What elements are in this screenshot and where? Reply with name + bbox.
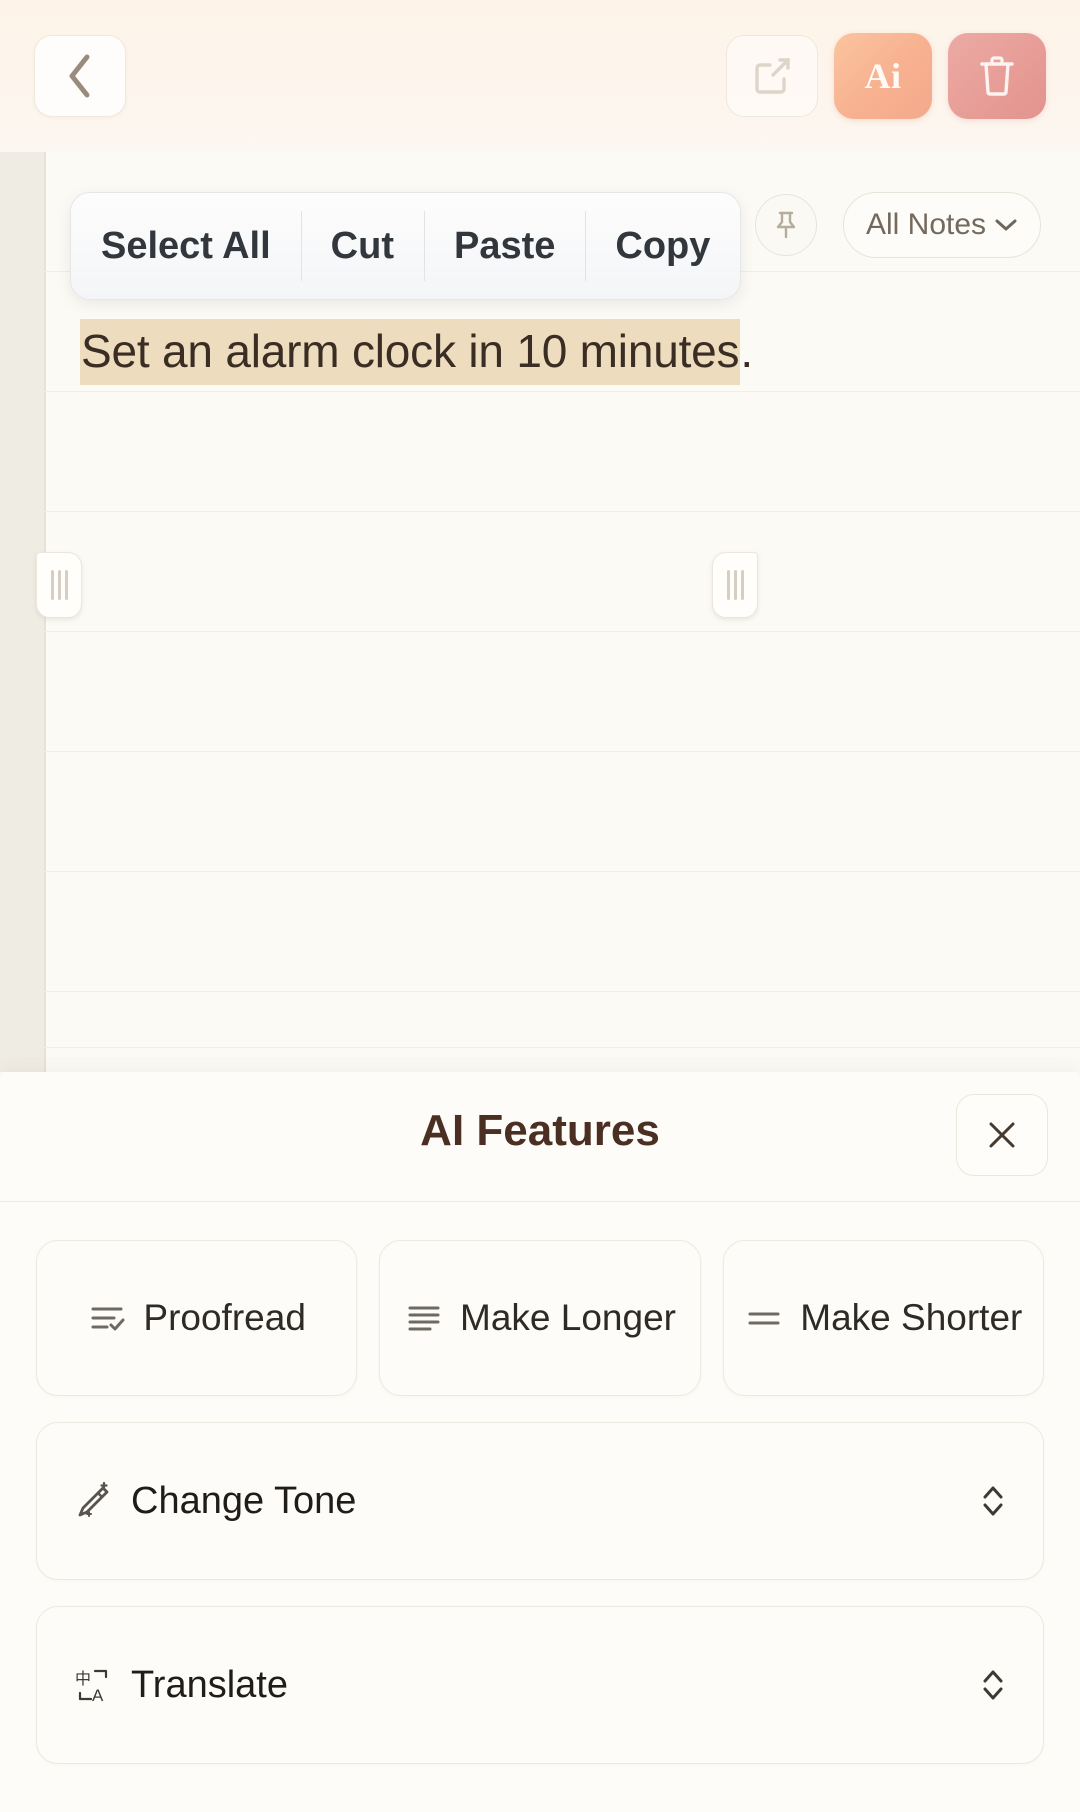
note-text-line[interactable]: Set an alarm clock in 10 minutes.	[80, 319, 753, 385]
ai-action-make-longer[interactable]: Make Longer	[379, 1240, 701, 1396]
magic-wand-icon	[73, 1481, 113, 1521]
svg-text:A: A	[92, 1686, 104, 1705]
top-toolbar: Ai	[0, 0, 1080, 152]
close-icon	[985, 1118, 1019, 1152]
ruled-line	[44, 391, 1080, 392]
ai-features-panel: AI Features Proofread Make Longer Make S…	[0, 1072, 1080, 1812]
selection-handle-end[interactable]	[712, 552, 758, 618]
ai-action-label: Proofread	[143, 1297, 306, 1338]
ai-action-change-tone[interactable]: Change Tone	[36, 1422, 1044, 1580]
ruled-line	[44, 1047, 1080, 1048]
ai-action-label: Make Shorter	[800, 1297, 1023, 1338]
chevron-left-icon	[65, 53, 95, 99]
ai-action-label: Change Tone	[131, 1479, 357, 1522]
ai-quick-actions: Proofread Make Longer Make Shorter	[36, 1240, 1044, 1396]
context-menu-label: Cut	[330, 224, 394, 267]
context-menu-item-paste[interactable]: Paste	[423, 193, 585, 299]
translate-icon: 中 A	[73, 1665, 113, 1705]
close-panel-button[interactable]	[956, 1094, 1048, 1176]
share-external-icon	[751, 55, 793, 97]
ai-action-make-shorter[interactable]: Make Shorter	[722, 1240, 1044, 1396]
ai-panel-body: Proofread Make Longer Make Shorter Chang…	[0, 1202, 1080, 1764]
ruled-line	[44, 991, 1080, 992]
chevron-updown-icon[interactable]	[979, 1481, 1007, 1521]
delete-note-button[interactable]	[948, 33, 1046, 119]
context-menu-label: Paste	[453, 224, 556, 267]
ruled-line	[44, 511, 1080, 512]
app-screen: Ai Set an alarm clock in 10 minutes. Sel…	[0, 0, 1080, 1812]
list-check-icon	[87, 1298, 127, 1338]
ruled-line	[44, 871, 1080, 872]
chevron-updown-icon[interactable]	[979, 1665, 1007, 1705]
svg-text:中: 中	[75, 1669, 91, 1688]
folder-selector-label: All Notes	[866, 208, 987, 241]
grip-lines-icon	[50, 570, 68, 600]
note-editor[interactable]: Set an alarm clock in 10 minutes. Select…	[0, 152, 1080, 1072]
ai-features-button[interactable]: Ai	[834, 33, 932, 119]
ruled-line	[44, 751, 1080, 752]
context-menu-label: Copy	[615, 224, 711, 267]
context-menu-item-copy[interactable]: Copy	[585, 193, 740, 299]
grip-lines-icon	[726, 570, 744, 600]
ai-action-proofread[interactable]: Proofread	[36, 1240, 358, 1396]
two-lines-icon	[744, 1298, 784, 1338]
chevron-down-icon	[994, 217, 1018, 233]
ai-panel-header: AI Features	[0, 1072, 1080, 1202]
ai-action-translate[interactable]: 中 A Translate	[36, 1606, 1044, 1764]
folder-selector[interactable]: All Notes	[843, 192, 1041, 258]
ai-action-label: Make Longer	[460, 1297, 676, 1338]
selection-handle-start[interactable]	[36, 552, 82, 618]
text-context-menu: Select All Cut Paste Copy	[70, 192, 742, 300]
list-lines-icon	[404, 1298, 444, 1338]
ai-action-label: Translate	[131, 1663, 288, 1706]
pin-note-button[interactable]	[755, 194, 817, 256]
ai-button-label: Ai	[864, 56, 902, 96]
context-menu-item-select-all[interactable]: Select All	[71, 193, 301, 299]
top-toolbar-actions: Ai	[726, 33, 1046, 119]
margin-strip	[0, 152, 44, 1072]
share-button[interactable]	[726, 35, 818, 117]
ruled-line	[44, 631, 1080, 632]
trash-icon	[977, 54, 1017, 98]
ai-panel-title: AI Features	[420, 1106, 660, 1155]
note-text-trailing: .	[740, 325, 753, 377]
context-menu-item-cut[interactable]: Cut	[300, 193, 424, 299]
selected-text[interactable]: Set an alarm clock in 10 minutes	[80, 319, 741, 385]
context-menu-label: Select All	[101, 224, 271, 267]
back-button[interactable]	[34, 35, 126, 117]
pin-icon	[770, 209, 802, 241]
